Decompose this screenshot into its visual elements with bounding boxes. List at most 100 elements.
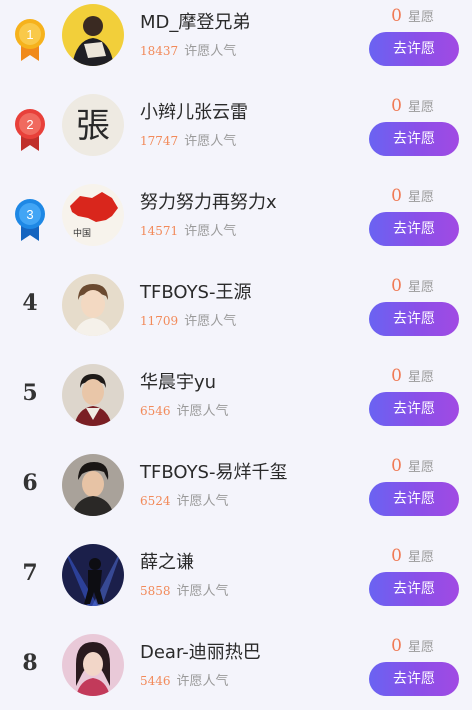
- popularity-label: 许愿人气: [176, 494, 229, 509]
- popularity-label: 许愿人气: [176, 674, 229, 689]
- popularity-count: 17747: [140, 134, 179, 148]
- avatar[interactable]: 張: [62, 94, 124, 156]
- popularity: 18437 许愿人气: [140, 40, 236, 59]
- star-name: TFBOYS-王源: [140, 282, 252, 303]
- star-wishes-count: 0: [391, 96, 402, 116]
- popularity-count: 11709: [140, 314, 179, 328]
- make-wish-button[interactable]: 去许愿: [369, 572, 459, 606]
- person-avatar-icon: [62, 634, 124, 696]
- person-avatar-icon: [62, 4, 124, 66]
- avatar[interactable]: [62, 544, 124, 606]
- avatar-calligraphy-text: 張: [76, 106, 110, 146]
- star-wishes-count: 0: [391, 186, 402, 206]
- red-medal-icon: 2: [15, 109, 45, 151]
- make-wish-button[interactable]: 去许愿: [369, 662, 459, 696]
- ranking-row-4[interactable]: 4 TFBOYS-王源 11709 许愿人气 0 星愿 去许愿: [0, 270, 472, 360]
- person-avatar-icon: [62, 454, 124, 516]
- popularity-count: 6524: [140, 494, 171, 508]
- person-avatar-icon: [62, 274, 124, 336]
- make-wish-button[interactable]: 去许愿: [369, 212, 459, 246]
- avatar[interactable]: [62, 634, 124, 696]
- star-wishes-label: 星愿: [407, 550, 434, 565]
- star-wishes-label: 星愿: [407, 190, 434, 205]
- star-name: TFBOYS-易烊千玺: [140, 462, 288, 483]
- star-wishes-label: 星愿: [407, 100, 434, 115]
- star-wishes: 0 星愿: [391, 456, 434, 476]
- star-wishes: 0 星愿: [391, 6, 434, 26]
- star-wishes-count: 0: [391, 366, 402, 386]
- popularity-label: 许愿人气: [184, 224, 237, 239]
- avatar[interactable]: [62, 454, 124, 516]
- avatar[interactable]: [62, 364, 124, 426]
- avatar[interactable]: 中国: [62, 184, 124, 246]
- star-wishes: 0 星愿: [391, 276, 434, 296]
- avatar-map-text: 中国: [73, 227, 91, 239]
- ranking-row-6[interactable]: 6 TFBOYS-易烊千玺 6524 许愿人气 0 星愿 去许愿: [0, 450, 472, 540]
- popularity-count: 5446: [140, 674, 171, 688]
- star-name: 华晨宇yu: [140, 372, 217, 393]
- make-wish-button[interactable]: 去许愿: [369, 392, 459, 426]
- make-wish-button[interactable]: 去许愿: [369, 122, 459, 156]
- popularity-count: 5858: [140, 584, 171, 598]
- rank-number: 7: [22, 560, 38, 586]
- star-wishes-count: 0: [391, 456, 402, 476]
- blue-medal-icon: 3: [15, 199, 45, 241]
- star-wishes-count: 0: [391, 636, 402, 656]
- popularity-label: 许愿人气: [176, 584, 229, 599]
- popularity: 6546 许愿人气: [140, 400, 229, 419]
- rank-number: 8: [22, 650, 38, 676]
- star-wishes-label: 星愿: [407, 370, 434, 385]
- popularity: 17747 许愿人气: [140, 130, 236, 149]
- medal-rank-number: 1: [26, 27, 33, 42]
- make-wish-button[interactable]: 去许愿: [369, 32, 459, 66]
- popularity: 11709 许愿人气: [140, 310, 236, 329]
- wish-ranking-list: 1 MD_摩登兄弟 18437 许愿人气 0 星愿 去许愿 2 張 小辫儿张云雷…: [0, 0, 472, 710]
- star-wishes-label: 星愿: [407, 640, 434, 655]
- star-wishes-count: 0: [391, 276, 402, 296]
- star-wishes: 0 星愿: [391, 636, 434, 656]
- popularity: 5858 许愿人气: [140, 580, 229, 599]
- stage-performer-avatar-icon: [62, 544, 124, 606]
- popularity-count: 14571: [140, 224, 179, 238]
- star-name: 小辫儿张云雷: [140, 102, 248, 123]
- medal-rank-number: 2: [26, 117, 33, 132]
- star-name: Dear-迪丽热巴: [140, 642, 261, 663]
- ranking-row-8[interactable]: 8 Dear-迪丽热巴 5446 许愿人气 0 星愿 去许愿: [0, 630, 472, 710]
- popularity-label: 许愿人气: [184, 44, 237, 59]
- make-wish-button[interactable]: 去许愿: [369, 482, 459, 516]
- person-avatar-icon: [62, 364, 124, 426]
- star-wishes-count: 0: [391, 546, 402, 566]
- calligraphy-avatar-icon: 張: [62, 94, 124, 156]
- star-wishes: 0 星愿: [391, 186, 434, 206]
- avatar[interactable]: [62, 274, 124, 336]
- ranking-row-3[interactable]: 3 中国 努力努力再努力x 14571 许愿人气 0 星愿 去许愿: [0, 180, 472, 270]
- china-map-avatar-icon: 中国: [62, 184, 124, 246]
- star-name: MD_摩登兄弟: [140, 12, 251, 33]
- rank-number: 5: [22, 380, 38, 406]
- star-wishes: 0 星愿: [391, 366, 434, 386]
- ranking-row-1[interactable]: 1 MD_摩登兄弟 18437 许愿人气 0 星愿 去许愿: [0, 0, 472, 90]
- star-name: 努力努力再努力x: [140, 192, 277, 213]
- ranking-row-5[interactable]: 5 华晨宇yu 6546 许愿人气 0 星愿 去许愿: [0, 360, 472, 450]
- gold-medal-icon: 1: [15, 19, 45, 61]
- star-wishes-label: 星愿: [407, 280, 434, 295]
- star-wishes: 0 星愿: [391, 96, 434, 116]
- popularity-label: 许愿人气: [184, 314, 237, 329]
- popularity: 5446 许愿人气: [140, 670, 229, 689]
- star-name: 薛之谦: [140, 552, 194, 573]
- popularity: 6524 许愿人气: [140, 490, 229, 509]
- avatar[interactable]: [62, 4, 124, 66]
- popularity-count: 6546: [140, 404, 171, 418]
- star-wishes-label: 星愿: [407, 460, 434, 475]
- ranking-row-2[interactable]: 2 張 小辫儿张云雷 17747 许愿人气 0 星愿 去许愿: [0, 90, 472, 180]
- star-wishes: 0 星愿: [391, 546, 434, 566]
- star-wishes-label: 星愿: [407, 10, 434, 25]
- make-wish-button[interactable]: 去许愿: [369, 302, 459, 336]
- star-wishes-count: 0: [391, 6, 402, 26]
- rank-number: 4: [22, 290, 38, 316]
- medal-rank-number: 3: [26, 207, 33, 222]
- ranking-row-7[interactable]: 7 薛之谦 5858 许愿人气 0 星愿 去许愿: [0, 540, 472, 630]
- popularity-label: 许愿人气: [176, 404, 229, 419]
- popularity: 14571 许愿人气: [140, 220, 236, 239]
- popularity-count: 18437: [140, 44, 179, 58]
